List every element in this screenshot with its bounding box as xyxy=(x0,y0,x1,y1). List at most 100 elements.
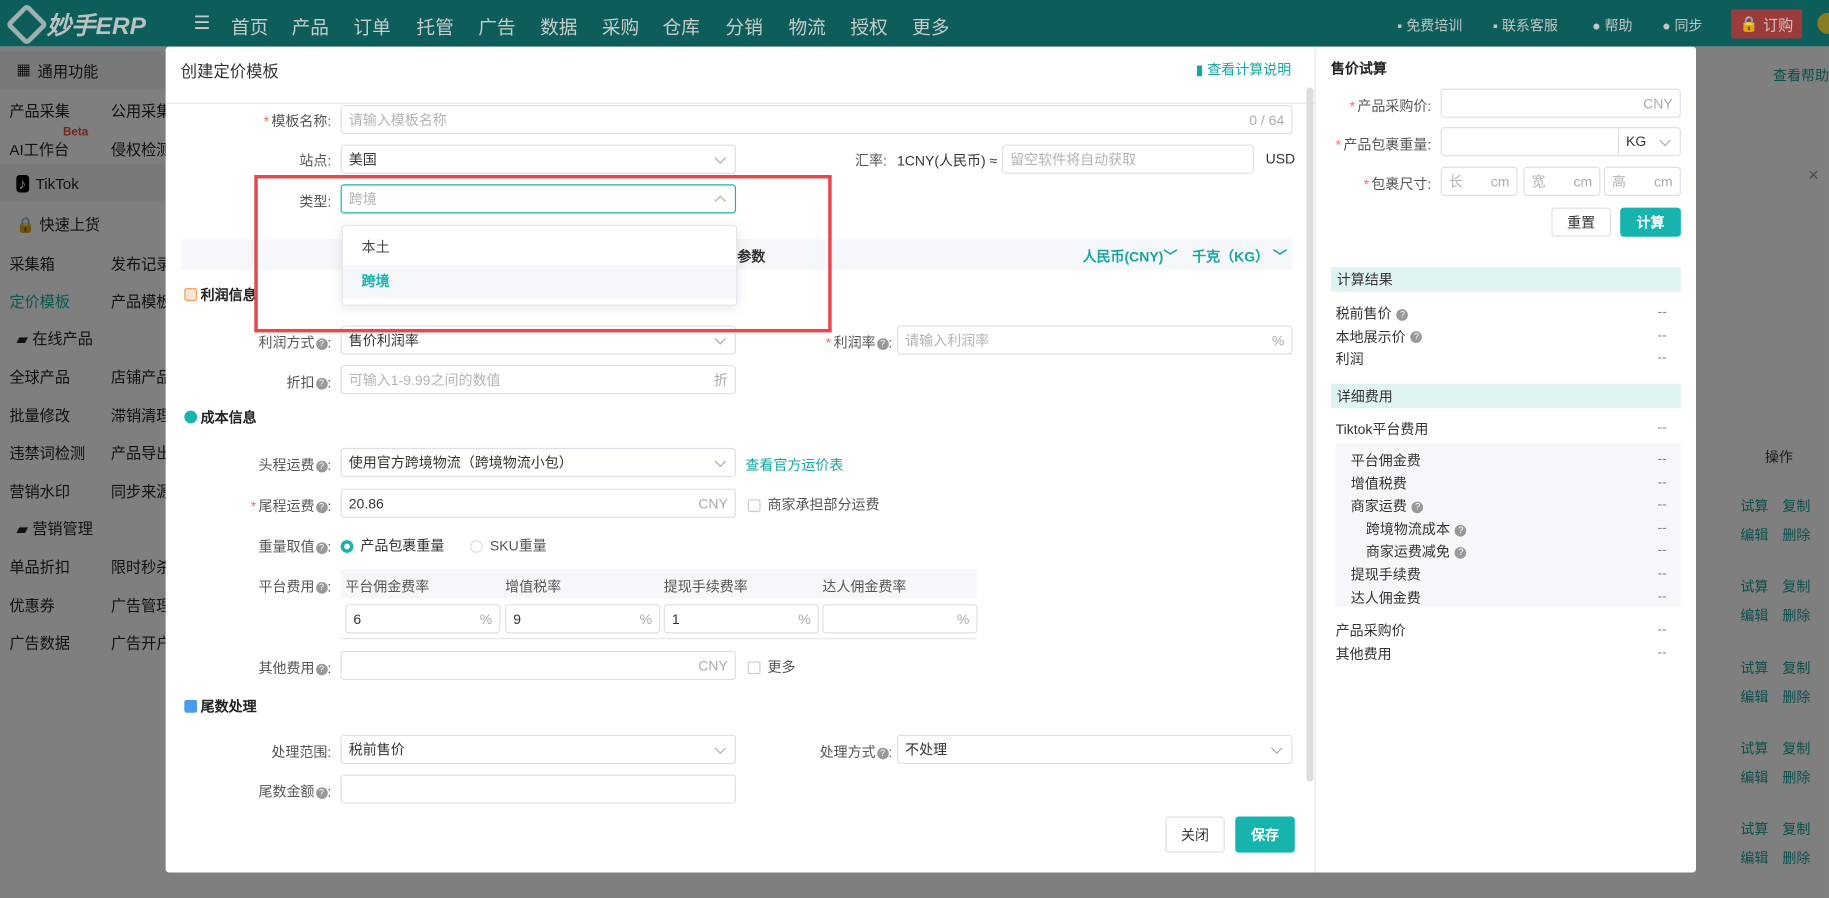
package-weight-input[interactable]: KG xyxy=(1440,127,1681,157)
fee-rate-input[interactable]: 6% xyxy=(345,604,501,634)
placeholder: 请输入模板名称 xyxy=(348,111,447,129)
rounding-amount-input[interactable] xyxy=(340,774,737,804)
menu-icon[interactable]: ☰ xyxy=(194,12,211,35)
radio-package-weight[interactable]: 产品包裹重量 xyxy=(340,535,444,555)
help-icon[interactable]: ? xyxy=(315,377,328,390)
row-label: 平台佣金费 xyxy=(1350,452,1421,469)
weight-unit-select[interactable]: 千克（KG） ﹀ xyxy=(1192,246,1287,266)
nav-item-5[interactable]: 数据 xyxy=(540,12,577,40)
help-icon[interactable]: ? xyxy=(315,787,328,799)
unit: cm xyxy=(1490,173,1510,190)
sync-link[interactable]: ● 同步 xyxy=(1662,15,1702,35)
help-link[interactable]: ● 帮助 xyxy=(1592,15,1632,35)
rounding-amount-label: 尾数金额?: xyxy=(258,783,332,801)
row-label: Tiktok平台费用 xyxy=(1335,421,1429,438)
size-input[interactable]: 宽 cm xyxy=(1523,166,1601,196)
nav-item-11[interactable]: 更多 xyxy=(912,12,949,40)
label-text: 产品采购价: xyxy=(1357,97,1432,115)
support-link[interactable]: ▪ 联系客服 xyxy=(1493,15,1558,35)
calc-doc-link[interactable]: ▮ 查看计算说明 xyxy=(1196,59,1292,79)
help-icon[interactable]: ? xyxy=(1454,547,1467,559)
rate-table-link[interactable]: 查看官方运价表 xyxy=(745,455,843,475)
profit-rate-input[interactable]: 请输入利润率% xyxy=(897,325,1293,355)
help-icon[interactable]: ? xyxy=(315,542,328,554)
fee-rate-input[interactable]: 1% xyxy=(663,604,819,634)
calculate-button[interactable]: 计算 xyxy=(1620,207,1681,237)
fee-row: 达人佣金费 -- xyxy=(1336,587,1674,607)
label-text: 尾程运费 xyxy=(258,498,315,515)
other-fee-input[interactable]: CNY xyxy=(340,650,737,681)
help-icon[interactable]: ? xyxy=(1410,331,1423,344)
site-select[interactable]: 美国 xyxy=(340,144,737,174)
chevron-down-icon xyxy=(714,455,727,468)
size-input[interactable]: 长 cm xyxy=(1440,166,1518,196)
nav-item-2[interactable]: 订单 xyxy=(353,12,390,40)
nav-item-10[interactable]: 授权 xyxy=(850,12,887,40)
more-checkbox[interactable]: 更多 xyxy=(747,657,796,677)
checkbox-label: 商家承担部分运费 xyxy=(767,496,880,514)
radio-label: SKU重量 xyxy=(489,537,547,555)
value: 20.86 xyxy=(348,495,384,512)
logo[interactable]: 妙手ERP xyxy=(5,3,146,46)
unit: % xyxy=(956,610,970,627)
nav-item-0[interactable]: 首页 xyxy=(231,12,268,40)
help-icon[interactable]: ? xyxy=(315,501,328,514)
merchant-share-checkbox[interactable]: 商家承担部分运费 xyxy=(747,495,880,515)
save-button[interactable]: 保存 xyxy=(1235,816,1295,853)
template-name-input[interactable]: 请输入模板名称 0 / 64 xyxy=(340,104,1293,135)
rounding-scope-select[interactable]: 税前售价 xyxy=(340,734,737,765)
avatar[interactable] xyxy=(1817,12,1829,34)
training-link[interactable]: ▪ 免费培训 xyxy=(1397,15,1462,35)
help-icon[interactable]: ? xyxy=(1454,524,1467,537)
reset-button[interactable]: 重置 xyxy=(1551,207,1611,237)
char-counter: 0 / 64 xyxy=(1249,111,1285,128)
package-size-label: * 包裹尺寸: xyxy=(1363,176,1432,193)
purchase-price-input[interactable]: CNY xyxy=(1440,88,1681,118)
help-icon[interactable]: ? xyxy=(315,663,328,676)
fee-rate-input[interactable]: % xyxy=(822,604,978,634)
weight-unit-select[interactable]: KG xyxy=(1617,128,1647,156)
help-icon[interactable]: ? xyxy=(876,338,889,350)
close-button[interactable]: 关闭 xyxy=(1165,816,1225,853)
scrollbar[interactable] xyxy=(1306,87,1314,782)
nav-item-4[interactable]: 广告 xyxy=(478,12,515,40)
nav-item-1[interactable]: 产品 xyxy=(292,12,329,40)
exchange-rate-input[interactable]: 留空软件将自动获取 xyxy=(1001,144,1254,174)
section-text: 成本信息 xyxy=(200,409,257,426)
fee-row: 产品采购价 -- xyxy=(1336,621,1674,641)
row-value: -- xyxy=(1657,518,1667,536)
help-icon[interactable]: ? xyxy=(1411,501,1424,514)
result-row: 本地展示价 ? -- xyxy=(1336,326,1674,346)
row-value: -- xyxy=(1657,587,1667,604)
discount-input[interactable]: 可输入1-9.99之间的数值 折 xyxy=(340,365,737,395)
nav-item-3[interactable]: 托管 xyxy=(416,12,453,40)
radio-sku-weight[interactable]: SKU重量 xyxy=(470,535,547,555)
help-icon[interactable]: ? xyxy=(876,747,889,760)
fee-row: 平台佣金费 -- xyxy=(1336,450,1674,470)
nav-item-8[interactable]: 分销 xyxy=(726,12,763,40)
label-text: 利润方式 xyxy=(258,334,315,352)
help-icon[interactable]: ? xyxy=(315,338,328,350)
sync-label: 同步 xyxy=(1674,17,1703,34)
label-text: 处理方式 xyxy=(819,744,876,761)
help-icon[interactable]: ? xyxy=(315,581,328,594)
nav-item-9[interactable]: 物流 xyxy=(789,12,826,40)
currency-select[interactable]: 人民币(CNY)﹀ xyxy=(1082,246,1177,266)
nav-item-6[interactable]: 采购 xyxy=(602,12,639,40)
site-label: 站点: xyxy=(299,152,332,170)
weight-basis-label: 重量取值?: xyxy=(258,538,332,556)
help-icon[interactable]: ? xyxy=(1396,308,1409,321)
chevron-down-icon xyxy=(714,152,727,164)
first-leg-select[interactable]: 使用官方跨境物流（跨境物流小包） xyxy=(340,447,737,478)
size-input[interactable]: 高 cm xyxy=(1603,166,1681,196)
help-icon[interactable]: ? xyxy=(315,460,328,473)
template-name-label: * 模板名称: xyxy=(263,113,332,130)
unit: KG xyxy=(1626,132,1647,150)
last-leg-input[interactable]: 20.86 CNY xyxy=(340,488,737,518)
nav-item-7[interactable]: 仓库 xyxy=(663,12,700,40)
fee-rate-input[interactable]: 9% xyxy=(505,604,661,634)
rounding-method-select[interactable]: 不处理 xyxy=(897,734,1293,765)
placeholder: 请输入利润率 xyxy=(905,332,990,349)
row-label: 产品采购价 xyxy=(1335,622,1406,640)
buy-button[interactable]: 🔒 订购 xyxy=(1731,9,1803,39)
